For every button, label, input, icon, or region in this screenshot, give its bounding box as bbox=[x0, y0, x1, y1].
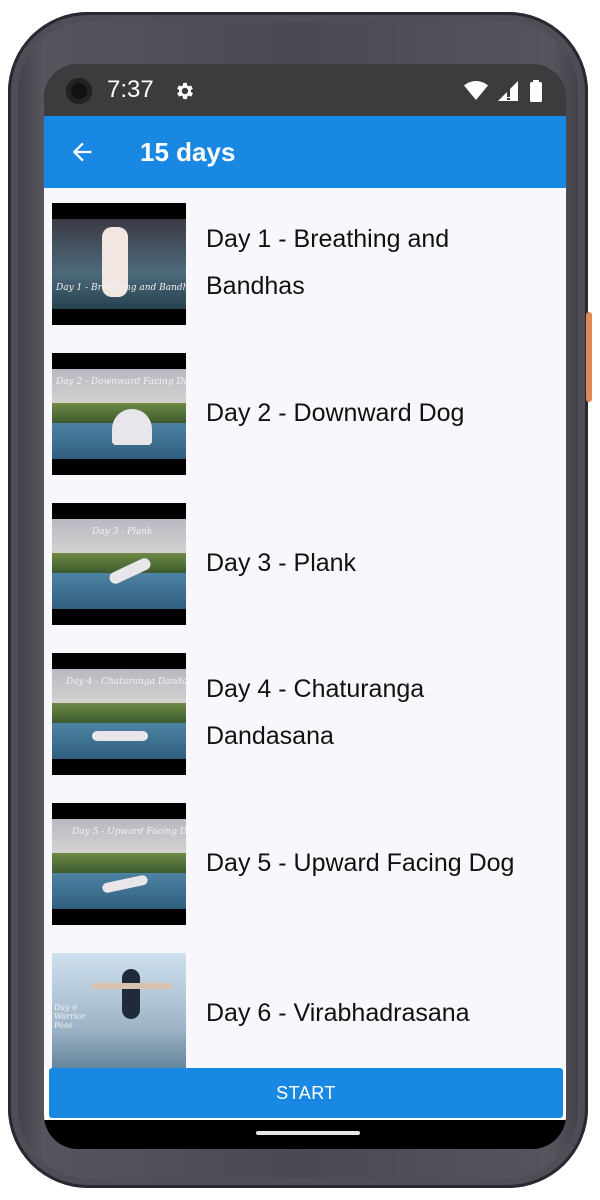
list-item-day-1[interactable]: Day 1 - Breathing and Bandhas Day 1 - Br… bbox=[44, 188, 566, 338]
thumbnail-caption: Day 1 - Breathing and Bandhas bbox=[56, 283, 186, 293]
arrow-left-icon[interactable] bbox=[68, 138, 96, 166]
wifi-icon bbox=[464, 81, 488, 100]
list-item-day-5[interactable]: Day 5 - Upward Facing Dog Day 5 - Upward… bbox=[44, 788, 566, 938]
list-item-day-3[interactable]: Day 3 - Plank Day 3 - Plank bbox=[44, 488, 566, 638]
app-bar: 15 days bbox=[44, 116, 566, 188]
thumbnail-caption: Day 5 - Upward Facing Dog bbox=[72, 827, 186, 837]
gear-icon bbox=[177, 82, 193, 100]
thumbnail-caption: Day 6 Warrior Pose bbox=[54, 1003, 86, 1030]
power-button bbox=[586, 312, 592, 402]
camera-icon bbox=[66, 78, 92, 104]
status-bar: 7:37 bbox=[44, 64, 566, 116]
video-thumbnail: Day 6 Warrior Pose bbox=[52, 953, 186, 1068]
status-time: 7:37 bbox=[107, 76, 154, 103]
signal-icon bbox=[498, 81, 518, 101]
video-thumbnail: Day 5 - Upward Facing Dog bbox=[52, 803, 186, 925]
thumbnail-caption: Day 3 - Plank bbox=[92, 527, 153, 537]
video-thumbnail: Day 1 - Breathing and Bandhas bbox=[52, 203, 186, 325]
video-thumbnail: Day 3 - Plank bbox=[52, 503, 186, 625]
status-icons bbox=[464, 80, 542, 102]
list-item-day-2[interactable]: Day 2 - Downward Facing Dog Day 2 - Down… bbox=[44, 338, 566, 488]
list-item-day-6[interactable]: Day 6 Warrior Pose Day 6 - Virabhadrasan… bbox=[44, 938, 566, 1068]
day-label: Day 1 - Breathing and Bandhas bbox=[206, 225, 450, 300]
battery-icon bbox=[530, 80, 542, 102]
video-thumbnail: Day 2 - Downward Facing Dog bbox=[52, 353, 186, 475]
day-label: Day 5 - Upward Facing Dog bbox=[206, 848, 515, 877]
thumbnail-caption: Day 2 - Downward Facing Dog bbox=[56, 377, 186, 387]
home-indicator[interactable] bbox=[256, 1131, 360, 1135]
day-label: Day 6 - Virabhadrasana bbox=[206, 998, 470, 1027]
phone-frame: 7:37 15 days Day 1 - Breathing and Bandh… bbox=[8, 12, 592, 1188]
video-thumbnail: Day 4 - Chaturanga Dandasana bbox=[52, 653, 186, 775]
bottom-action-area: START bbox=[44, 1068, 566, 1120]
days-list[interactable]: Day 1 - Breathing and Bandhas Day 1 - Br… bbox=[44, 188, 566, 1068]
day-label: Day 3 - Plank bbox=[206, 548, 357, 577]
day-label: Day 2 - Downward Dog bbox=[206, 398, 465, 427]
gesture-nav-bar bbox=[44, 1120, 566, 1149]
phone-screen: 7:37 15 days Day 1 - Breathing and Bandh… bbox=[44, 64, 566, 1149]
day-label: Day 4 - Chaturanga Dandasana bbox=[206, 675, 425, 750]
page-title: 15 days bbox=[140, 137, 236, 167]
list-item-day-4[interactable]: Day 4 - Chaturanga Dandasana Day 4 - Cha… bbox=[44, 638, 566, 788]
thumbnail-caption: Day 4 - Chaturanga Dandasana bbox=[66, 677, 186, 687]
start-button[interactable]: START bbox=[49, 1068, 563, 1118]
